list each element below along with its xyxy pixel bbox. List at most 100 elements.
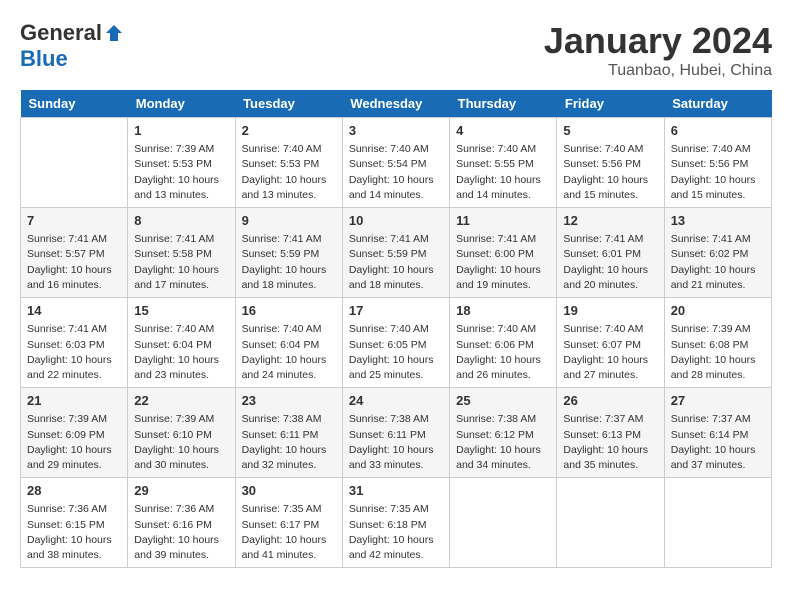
table-row: 12 Sunrise: 7:41 AMSunset: 6:01 PMDayligh… — [557, 208, 664, 298]
table-row: 26 Sunrise: 7:37 AMSunset: 6:13 PMDayligh… — [557, 388, 664, 478]
day-number: 4 — [456, 122, 550, 140]
week-row-2: 7 Sunrise: 7:41 AMSunset: 5:57 PMDaylight… — [21, 208, 772, 298]
day-number: 3 — [349, 122, 443, 140]
day-number: 2 — [242, 122, 336, 140]
day-info: Sunrise: 7:41 AMSunset: 6:01 PMDaylight:… — [563, 232, 657, 293]
table-row: 21Sunrise: 7:39 AMSunset: 6:09 PMDayligh… — [21, 388, 128, 478]
day-number: 30 — [242, 482, 336, 500]
header-friday: Friday — [557, 90, 664, 118]
day-info: Sunrise: 7:38 AMSunset: 6:12 PMDaylight:… — [456, 412, 550, 473]
day-info: Sunrise: 7:40 AMSunset: 5:54 PMDaylight:… — [349, 142, 443, 203]
day-info: Sunrise: 7:38 AMSunset: 6:11 PMDaylight:… — [349, 412, 443, 473]
day-number: 11 — [456, 212, 550, 230]
day-info: Sunrise: 7:35 AMSunset: 6:18 PMDaylight:… — [349, 502, 443, 563]
table-row: 29Sunrise: 7:36 AMSunset: 6:16 PMDayligh… — [128, 478, 235, 568]
day-number: 14 — [27, 302, 121, 320]
header-monday: Monday — [128, 90, 235, 118]
table-row: 16 Sunrise: 7:40 AMSunset: 6:04 PMDayligh… — [235, 298, 342, 388]
day-info: Sunrise: 7:36 AMSunset: 6:16 PMDaylight:… — [134, 502, 228, 563]
day-number: 6 — [671, 122, 765, 140]
day-number: 17 — [349, 302, 443, 320]
day-info: Sunrise: 7:40 AMSunset: 6:04 PMDaylight:… — [134, 322, 228, 383]
day-number: 9 — [242, 212, 336, 230]
day-info: Sunrise: 7:41 AMSunset: 5:59 PMDaylight:… — [242, 232, 336, 293]
table-row: 22 Sunrise: 7:39 AMSunset: 6:10 PMDayligh… — [128, 388, 235, 478]
location-subtitle: Tuanbao, Hubei, China — [544, 62, 772, 80]
week-row-1: 1 Sunrise: 7:39 AMSunset: 5:53 PMDaylight… — [21, 118, 772, 208]
day-info: Sunrise: 7:39 AMSunset: 6:08 PMDaylight:… — [671, 322, 765, 383]
week-row-4: 21Sunrise: 7:39 AMSunset: 6:09 PMDayligh… — [21, 388, 772, 478]
calendar-table: Sunday Monday Tuesday Wednesday Thursday… — [20, 90, 772, 568]
table-row: 15Sunrise: 7:40 AMSunset: 6:04 PMDayligh… — [128, 298, 235, 388]
table-row: 9 Sunrise: 7:41 AMSunset: 5:59 PMDaylight… — [235, 208, 342, 298]
day-info: Sunrise: 7:41 AMSunset: 6:03 PMDaylight:… — [27, 322, 121, 383]
table-row: 11 Sunrise: 7:41 AMSunset: 6:00 PMDayligh… — [450, 208, 557, 298]
day-info: Sunrise: 7:37 AMSunset: 6:14 PMDaylight:… — [671, 412, 765, 473]
day-info: Sunrise: 7:37 AMSunset: 6:13 PMDaylight:… — [563, 412, 657, 473]
header-tuesday: Tuesday — [235, 90, 342, 118]
day-number: 7 — [27, 212, 121, 230]
logo-general-text: General — [20, 20, 102, 46]
day-number: 16 — [242, 302, 336, 320]
header-thursday: Thursday — [450, 90, 557, 118]
table-row: 2 Sunrise: 7:40 AMSunset: 5:53 PMDaylight… — [235, 118, 342, 208]
day-number: 26 — [563, 392, 657, 410]
table-row: 13 Sunrise: 7:41 AMSunset: 6:02 PMDayligh… — [664, 208, 771, 298]
day-info: Sunrise: 7:39 AMSunset: 6:09 PMDaylight:… — [27, 412, 121, 473]
table-row: 24 Sunrise: 7:38 AMSunset: 6:11 PMDayligh… — [342, 388, 449, 478]
day-number: 27 — [671, 392, 765, 410]
table-row: 1 Sunrise: 7:39 AMSunset: 5:53 PMDaylight… — [128, 118, 235, 208]
day-info: Sunrise: 7:41 AMSunset: 6:02 PMDaylight:… — [671, 232, 765, 293]
table-row: 4 Sunrise: 7:40 AMSunset: 5:55 PMDaylight… — [450, 118, 557, 208]
table-row — [557, 478, 664, 568]
day-info: Sunrise: 7:39 AMSunset: 6:10 PMDaylight:… — [134, 412, 228, 473]
day-info: Sunrise: 7:41 AMSunset: 6:00 PMDaylight:… — [456, 232, 550, 293]
logo-blue-text: Blue — [20, 46, 68, 72]
table-row: 27 Sunrise: 7:37 AMSunset: 6:14 PMDayligh… — [664, 388, 771, 478]
table-row — [664, 478, 771, 568]
day-number: 23 — [242, 392, 336, 410]
day-number: 13 — [671, 212, 765, 230]
month-year-title: January 2024 — [544, 20, 772, 62]
title-section: January 2024 Tuanbao, Hubei, China — [544, 20, 772, 80]
day-info: Sunrise: 7:40 AMSunset: 6:04 PMDaylight:… — [242, 322, 336, 383]
table-row: 18 Sunrise: 7:40 AMSunset: 6:06 PMDayligh… — [450, 298, 557, 388]
day-info: Sunrise: 7:39 AMSunset: 5:53 PMDaylight:… — [134, 142, 228, 203]
table-row: 31Sunrise: 7:35 AMSunset: 6:18 PMDayligh… — [342, 478, 449, 568]
week-row-3: 14 Sunrise: 7:41 AMSunset: 6:03 PMDayligh… — [21, 298, 772, 388]
header-sunday: Sunday — [21, 90, 128, 118]
table-row: 23 Sunrise: 7:38 AMSunset: 6:11 PMDayligh… — [235, 388, 342, 478]
day-number: 1 — [134, 122, 228, 140]
table-row: 28 Sunrise: 7:36 AMSunset: 6:15 PMDayligh… — [21, 478, 128, 568]
day-number: 10 — [349, 212, 443, 230]
table-row: 17Sunrise: 7:40 AMSunset: 6:05 PMDayligh… — [342, 298, 449, 388]
day-number: 28 — [27, 482, 121, 500]
day-number: 20 — [671, 302, 765, 320]
logo-icon — [104, 23, 124, 43]
day-number: 12 — [563, 212, 657, 230]
day-number: 24 — [349, 392, 443, 410]
header-wednesday: Wednesday — [342, 90, 449, 118]
day-info: Sunrise: 7:40 AMSunset: 6:06 PMDaylight:… — [456, 322, 550, 383]
day-info: Sunrise: 7:40 AMSunset: 6:07 PMDaylight:… — [563, 322, 657, 383]
day-number: 22 — [134, 392, 228, 410]
table-row: 7 Sunrise: 7:41 AMSunset: 5:57 PMDaylight… — [21, 208, 128, 298]
table-row: 14 Sunrise: 7:41 AMSunset: 6:03 PMDayligh… — [21, 298, 128, 388]
header: General Blue January 2024 Tuanbao, Hubei… — [20, 20, 772, 80]
week-row-5: 28 Sunrise: 7:36 AMSunset: 6:15 PMDayligh… — [21, 478, 772, 568]
table-row: 3 Sunrise: 7:40 AMSunset: 5:54 PMDaylight… — [342, 118, 449, 208]
day-info: Sunrise: 7:40 AMSunset: 5:53 PMDaylight:… — [242, 142, 336, 203]
day-info: Sunrise: 7:41 AMSunset: 5:58 PMDaylight:… — [134, 232, 228, 293]
day-info: Sunrise: 7:41 AMSunset: 5:57 PMDaylight:… — [27, 232, 121, 293]
logo: General Blue — [20, 20, 124, 72]
day-number: 18 — [456, 302, 550, 320]
day-info: Sunrise: 7:36 AMSunset: 6:15 PMDaylight:… — [27, 502, 121, 563]
day-info: Sunrise: 7:38 AMSunset: 6:11 PMDaylight:… — [242, 412, 336, 473]
day-number: 5 — [563, 122, 657, 140]
day-number: 19 — [563, 302, 657, 320]
day-number: 8 — [134, 212, 228, 230]
day-info: Sunrise: 7:40 AMSunset: 5:55 PMDaylight:… — [456, 142, 550, 203]
table-row: 6Sunrise: 7:40 AMSunset: 5:56 PMDaylight… — [664, 118, 771, 208]
page-container: General Blue January 2024 Tuanbao, Hubei… — [20, 20, 772, 568]
day-number: 25 — [456, 392, 550, 410]
